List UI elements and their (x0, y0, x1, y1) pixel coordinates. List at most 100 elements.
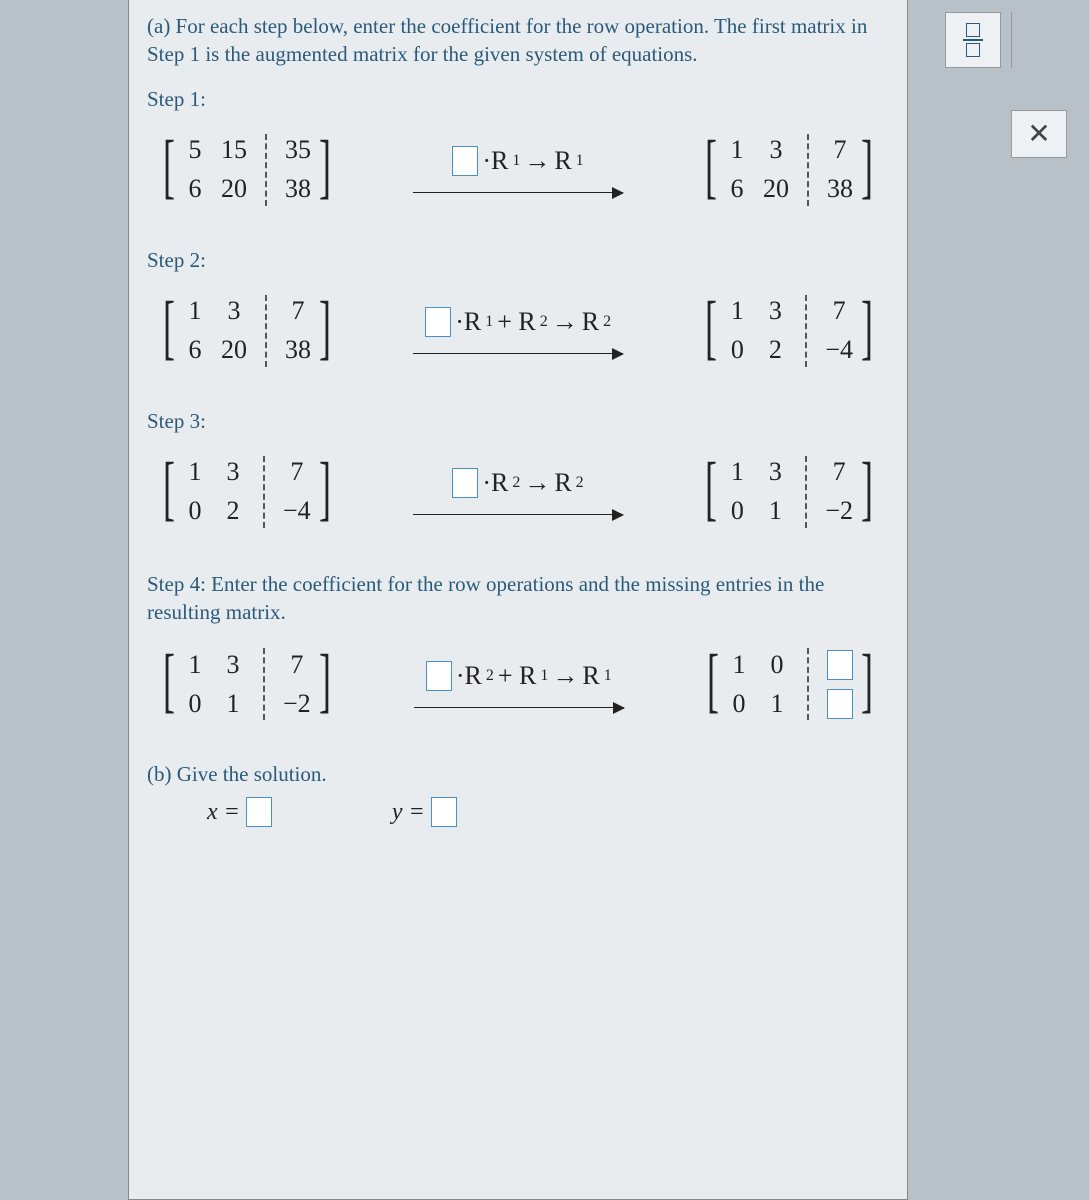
m: −2 (825, 496, 853, 526)
x-input[interactable] (246, 797, 272, 827)
m: −4 (825, 335, 853, 365)
m: −4 (283, 496, 311, 526)
arrow-icon (414, 707, 624, 708)
step1-right-matrix: [ 1 3 7 6 20 38 ] (699, 130, 879, 210)
m: 7 (283, 457, 311, 487)
t: 1 (485, 313, 493, 331)
instructions-text: (a) For each step below, enter the coeff… (147, 12, 889, 69)
step3-label: Step 3: (147, 409, 889, 434)
fraction-tool-button[interactable] (945, 12, 1001, 68)
t: 2 (603, 313, 611, 331)
step2-operation: ·R1 + R2 → R2 (408, 307, 628, 354)
m: 6 (725, 174, 749, 204)
step4-left-matrix: [ 1 3 7 0 1 −2 ] (157, 644, 337, 724)
step2-row: [ 1 3 7 6 20 38 ] ·R1 + R2 → R2 [ (147, 291, 889, 371)
m: 3 (763, 457, 787, 487)
t: → (552, 307, 578, 337)
t: 2 (540, 313, 548, 331)
y-input[interactable] (431, 797, 457, 827)
step2-coef-input[interactable] (425, 307, 451, 337)
m: 1 (183, 296, 207, 326)
step3-coef-input[interactable] (452, 468, 478, 498)
t: ·R (455, 307, 481, 337)
m: 6 (183, 174, 207, 204)
t: → (524, 146, 550, 176)
t: 2 (576, 474, 584, 492)
t: R (582, 307, 599, 337)
m: 38 (285, 174, 311, 204)
step3-operation: ·R2 → R2 (408, 468, 628, 515)
close-icon: ✕ (1027, 117, 1050, 151)
t: R (554, 146, 571, 176)
t: ·R (482, 468, 508, 498)
t: 2 (512, 474, 520, 492)
m: 1 (221, 689, 245, 719)
t: → (552, 661, 578, 691)
y-equation: y = (392, 797, 457, 827)
m: 38 (285, 335, 311, 365)
m: 20 (221, 174, 247, 204)
step4-label: Step 4: Enter the coefficient for the ro… (147, 570, 889, 627)
m: 0 (725, 335, 749, 365)
t: → (524, 468, 550, 498)
tool-button-2[interactable] (1011, 12, 1041, 68)
m: 3 (763, 135, 789, 165)
step4-right-matrix: [ 1 0 0 1 ] (701, 644, 879, 724)
step4-entry1-input[interactable] (827, 650, 853, 680)
m: 38 (827, 174, 853, 204)
step4-entry2-input[interactable] (827, 689, 853, 719)
m: 7 (827, 135, 853, 165)
m: 0 (727, 689, 751, 719)
step2-label: Step 2: (147, 248, 889, 273)
m: 3 (221, 457, 245, 487)
m: 6 (183, 335, 207, 365)
step3-row: [ 1 3 7 0 2 −4 ] ·R2 → R2 [ (147, 452, 889, 532)
m: −2 (283, 689, 311, 719)
step1-row: [ 5 15 35 6 20 38 ] ·R1 → R1 [ (147, 130, 889, 210)
arrow-icon (413, 192, 623, 193)
t: ·R (456, 661, 482, 691)
step4-row: [ 1 3 7 0 1 −2 ] ·R2 + R1 → R1 [ (147, 644, 889, 724)
m: 7 (285, 296, 311, 326)
partb-label: (b) Give the solution. (147, 762, 889, 787)
m: 5 (183, 135, 207, 165)
m: 7 (825, 457, 853, 487)
m: 1 (763, 496, 787, 526)
t: 2 (486, 667, 494, 685)
y-label: y = (392, 799, 425, 826)
step2-right-matrix: [ 1 3 7 0 2 −4 ] (699, 291, 879, 371)
arrow-icon (413, 353, 623, 354)
t: + R (497, 307, 536, 337)
t: R (582, 661, 599, 691)
m: 20 (221, 335, 247, 365)
m: 3 (763, 296, 787, 326)
m: 1 (725, 296, 749, 326)
t: 1 (604, 667, 612, 685)
t: 1 (512, 152, 520, 170)
step1-coef-input[interactable] (452, 146, 478, 176)
x-label: x = (207, 799, 240, 826)
m: 35 (285, 135, 311, 165)
question-panel: (a) For each step below, enter the coeff… (128, 0, 908, 1200)
m: 7 (283, 650, 311, 680)
m: 1 (183, 650, 207, 680)
m: 20 (763, 174, 789, 204)
step1-left-matrix: [ 5 15 35 6 20 38 ] (157, 130, 337, 210)
m: 1 (725, 457, 749, 487)
t: 1 (576, 152, 584, 170)
m: 1 (183, 457, 207, 487)
step1-label: Step 1: (147, 87, 889, 112)
x-equation: x = (207, 797, 272, 827)
m: 3 (221, 296, 247, 326)
m: 1 (725, 135, 749, 165)
step2-left-matrix: [ 1 3 7 6 20 38 ] (157, 291, 337, 371)
m: 3 (221, 650, 245, 680)
step4-coef-input[interactable] (426, 661, 452, 691)
close-button[interactable]: ✕ (1011, 110, 1067, 158)
arrow-icon (413, 514, 623, 515)
m: 0 (765, 650, 789, 680)
t: 1 (540, 667, 548, 685)
m: 0 (183, 689, 207, 719)
m: 2 (221, 496, 245, 526)
toolbar (939, 6, 1089, 74)
